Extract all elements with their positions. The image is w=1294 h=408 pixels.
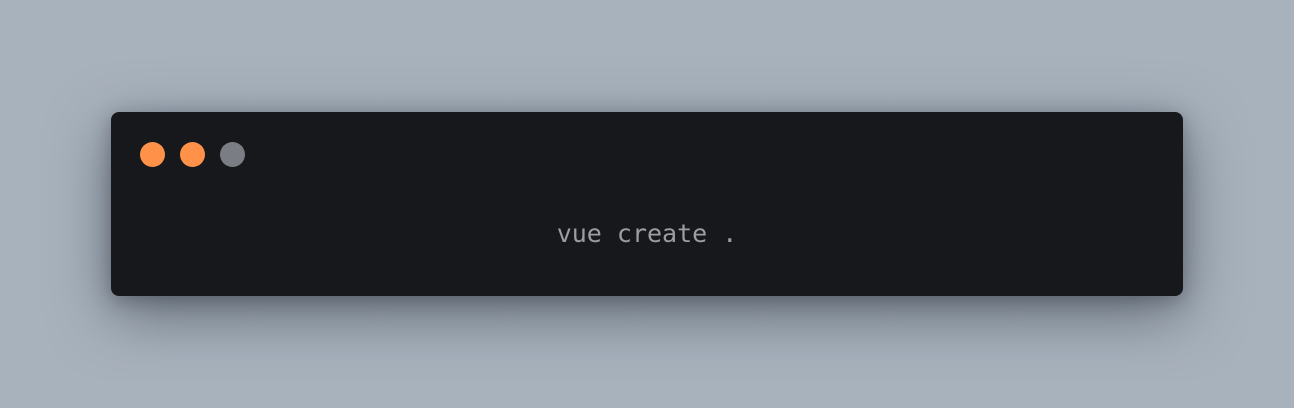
terminal-window: vue create . [111, 112, 1183, 296]
maximize-button[interactable] [220, 142, 245, 167]
window-controls [140, 142, 245, 167]
minimize-button[interactable] [180, 142, 205, 167]
code-line: vue create . [556, 219, 738, 248]
close-button[interactable] [140, 142, 165, 167]
